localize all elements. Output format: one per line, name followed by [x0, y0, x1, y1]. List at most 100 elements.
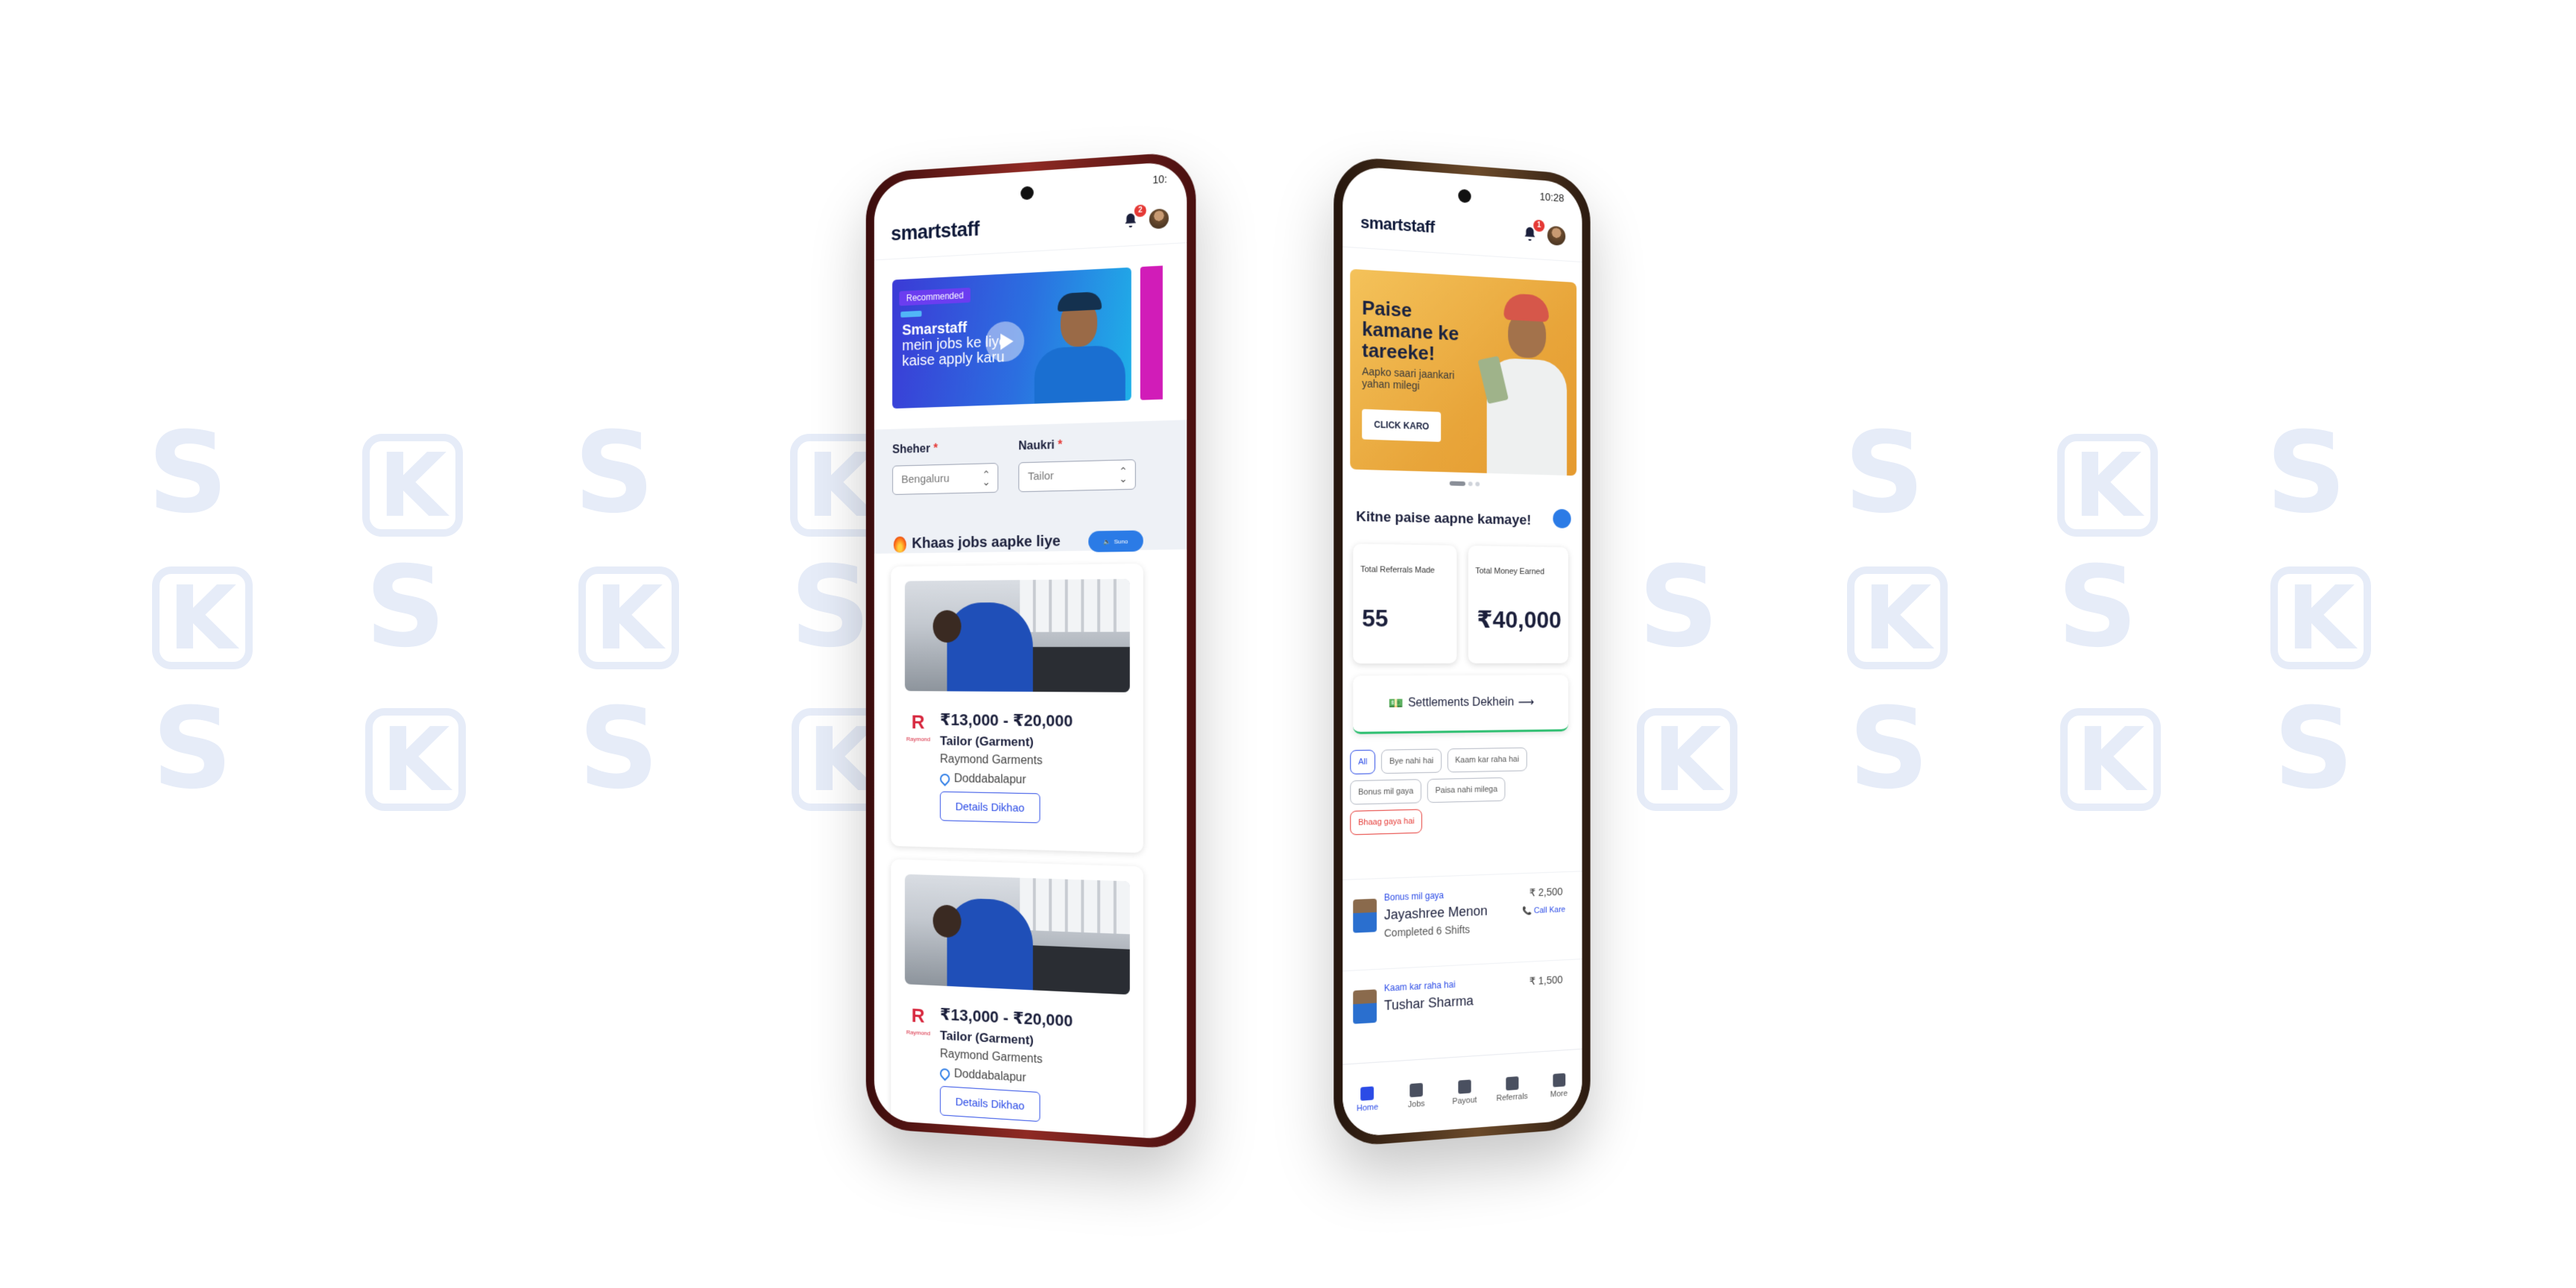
company-logo: R Raymond	[906, 710, 931, 743]
front-camera	[1020, 186, 1034, 201]
app-header: smartstaff 2	[874, 191, 1187, 261]
logo-watermark: S	[1844, 408, 1925, 538]
nav-payout[interactable]: Payout	[1441, 1055, 1489, 1131]
chip-filter[interactable]: Bonus mil gaya	[1350, 779, 1422, 805]
job-salary: ₹13,000 - ₹20,000	[940, 710, 1073, 730]
chip-filter[interactable]: Bhaag gaya hai	[1350, 809, 1423, 836]
job-label: Naukri *	[1018, 438, 1063, 453]
job-image	[904, 578, 1130, 692]
chip-filter[interactable]: Kaam kar raha hai	[1447, 747, 1527, 773]
logo-watermark: S	[578, 684, 660, 814]
banner-subtitle: Aapko saari jaankari yahan milegi	[1362, 364, 1455, 392]
logo-watermark: K	[2057, 434, 2159, 537]
logo-watermark: K	[2060, 708, 2162, 811]
referral-row[interactable]: Bonus mil gaya Jayashree Menon Completed…	[1342, 871, 1582, 970]
more-icon	[1553, 1073, 1565, 1087]
referral-status: Kaam kar raha hai	[1383, 979, 1456, 994]
referral-amount: ₹ 1,500	[1529, 973, 1563, 988]
chip-filter[interactable]: Paisa nahi milega	[1427, 777, 1506, 804]
logo-watermark: S	[152, 684, 233, 814]
stat-label: Total Referrals Made	[1360, 565, 1435, 575]
click-karo-button[interactable]: CLICK KARO	[1362, 408, 1442, 442]
job-card[interactable]: R Raymond ₹13,000 - ₹20,000 Tailor (Garme…	[891, 859, 1143, 1141]
logo-watermark: S	[2273, 684, 2355, 814]
referrals-icon	[1506, 1076, 1519, 1091]
job-card[interactable]: R Raymond ₹13,000 - ₹20,000 Tailor (Garme…	[891, 564, 1143, 853]
logo-watermark: K	[1847, 566, 1948, 669]
referral-row[interactable]: Kaam kar raha hai Tushar Sharma ₹ 1,500	[1342, 959, 1582, 1025]
banner-accent	[900, 310, 922, 318]
nav-more[interactable]: More	[1535, 1049, 1582, 1123]
notification-badge: 2	[1134, 203, 1146, 217]
stat-value: 55	[1362, 604, 1389, 632]
logo-watermark: S	[2057, 543, 2138, 672]
next-banner-peek[interactable]	[1140, 265, 1163, 400]
chip-all[interactable]: All	[1350, 749, 1376, 774]
logo-watermark: S	[2266, 408, 2347, 538]
referral-status: Bonus mil gaya	[1383, 890, 1445, 903]
notification-badge: 1	[1533, 218, 1545, 232]
nav-home[interactable]: Home	[1342, 1061, 1392, 1137]
logo-watermark: K	[2270, 566, 2372, 669]
logo-watermark: S	[148, 408, 229, 538]
referral-photo	[1353, 989, 1377, 1024]
stat-card-referrals: Total Referrals Made 55	[1353, 543, 1457, 664]
phone-screen: 10: smartstaff 2 Recommended Smarstaff m…	[874, 160, 1187, 1141]
phone-mockup-right: 10:28 smartstaff 1 Paise kamane ke taree…	[1333, 155, 1591, 1148]
referral-shifts: Completed 6 Shifts	[1383, 923, 1471, 939]
referral-name: Jayashree Menon	[1383, 903, 1488, 923]
logo-watermark: K	[365, 708, 467, 811]
banner-title: Paise kamane ke tareeke!	[1362, 296, 1459, 365]
referral-photo	[1353, 898, 1377, 933]
job-company: Raymond Garments	[940, 753, 1043, 768]
referral-amount: ₹ 2,500	[1529, 885, 1563, 899]
arrow-right-icon: ⟶	[1518, 696, 1535, 710]
notification-bell-icon[interactable]: 1	[1522, 218, 1545, 242]
share-icon[interactable]	[1553, 508, 1571, 528]
carousel-dots[interactable]	[1342, 479, 1582, 490]
play-icon[interactable]	[985, 321, 1025, 363]
speaker-icon: 🔈	[1103, 537, 1111, 546]
profile-avatar[interactable]	[1149, 208, 1169, 230]
job-role: Tailor (Garment)	[940, 733, 1034, 750]
city-select[interactable]: Bengaluru ⌃ ⌄	[892, 463, 999, 496]
app-logo: smartstaff	[1360, 212, 1435, 236]
company-logo: R Raymond	[906, 1004, 931, 1037]
banner-person-image	[1477, 291, 1568, 476]
location-pin-icon	[938, 771, 953, 786]
listen-button[interactable]: 🔈 Suno	[1088, 530, 1143, 552]
chip-filter[interactable]: Bye nahi hai	[1381, 748, 1442, 774]
logo-watermark: S	[790, 543, 871, 672]
call-button[interactable]: 📞 Call Kare	[1522, 904, 1565, 915]
details-button[interactable]: Details Dikhao	[940, 791, 1041, 824]
fire-icon	[893, 536, 906, 553]
bottom-nav: Home Jobs Payout Referrals More	[1342, 1048, 1582, 1138]
job-location: Doddabalapur	[938, 771, 1026, 787]
section-title: Khaas jobs aapke liye	[893, 533, 1061, 553]
stat-label: Total Money Earned	[1475, 566, 1545, 577]
nav-jobs[interactable]: Jobs	[1392, 1058, 1441, 1134]
job-select[interactable]: Tailor ⌃ ⌄	[1018, 459, 1136, 493]
select-chevron-icon: ⌃ ⌄	[1119, 464, 1128, 485]
profile-avatar[interactable]	[1547, 225, 1566, 246]
home-icon	[1360, 1086, 1374, 1101]
filter-chips: All Bye nahi hai Kaam kar raha hai Bonus…	[1350, 747, 1579, 836]
status-bar-time: 10:	[1152, 172, 1167, 186]
job-company: Raymond Garments	[940, 1047, 1043, 1067]
app-logo: smartstaff	[891, 217, 979, 245]
phone-mockup-left: 10: smartstaff 2 Recommended Smarstaff m…	[865, 151, 1196, 1151]
logo-watermark: K	[152, 566, 253, 669]
notification-bell-icon[interactable]: 2	[1123, 203, 1146, 229]
earn-banner[interactable]: Paise kamane ke tareeke! Aapko saari jaa…	[1350, 268, 1577, 476]
logo-watermark: K	[578, 566, 680, 669]
phone-icon: 📞	[1522, 906, 1532, 916]
settlements-button[interactable]: 💵 Settlements Dekhein ⟶	[1353, 675, 1568, 734]
details-button[interactable]: Details Dikhao	[940, 1085, 1041, 1123]
app-header: smartstaff 1	[1342, 195, 1582, 263]
nav-referrals[interactable]: Referrals	[1489, 1052, 1535, 1127]
logo-watermark: S	[1849, 684, 1930, 814]
payout-icon	[1458, 1079, 1471, 1094]
logo-watermark: S	[574, 408, 655, 538]
video-banner[interactable]: Recommended Smarstaff mein jobs ke liye …	[892, 267, 1131, 409]
logo-watermark: S	[1638, 543, 1720, 672]
